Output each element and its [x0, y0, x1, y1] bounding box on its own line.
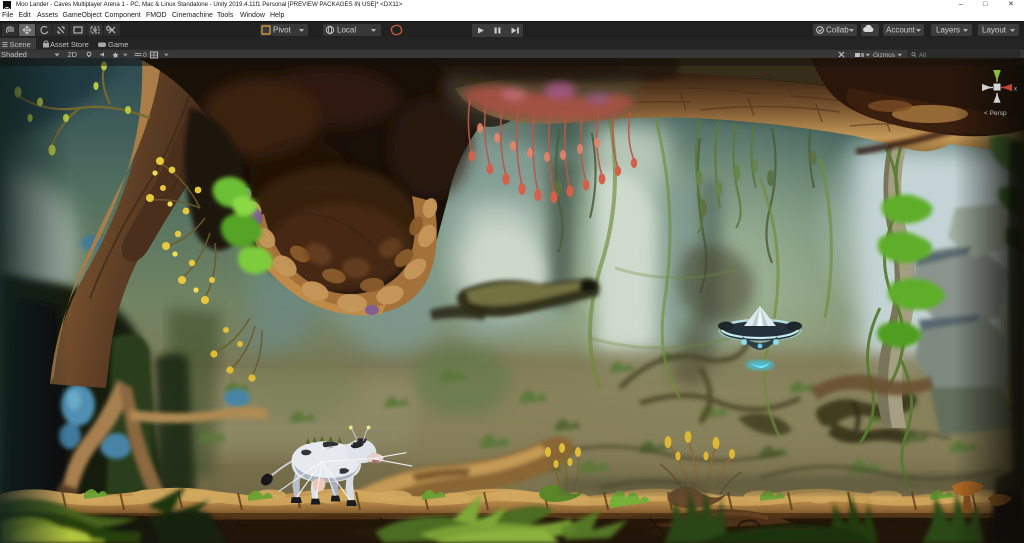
svg-text:Account: Account — [886, 26, 916, 35]
svg-text:Collab: Collab — [826, 26, 849, 35]
svg-text:x: x — [1014, 87, 1017, 93]
svg-text:Local: Local — [337, 26, 356, 35]
svg-text:Layers: Layers — [936, 26, 960, 35]
svg-text:Scene: Scene — [10, 40, 31, 49]
svg-text:Game: Game — [108, 40, 128, 49]
svg-text:Shaded: Shaded — [1, 50, 27, 59]
svg-text:Layout: Layout — [982, 26, 1007, 35]
svg-text:Gizmos: Gizmos — [873, 52, 896, 59]
svg-text:0: 0 — [143, 52, 147, 59]
svg-text:All: All — [919, 52, 926, 59]
svg-text:2D: 2D — [68, 50, 78, 59]
svg-text:Asset Store: Asset Store — [50, 40, 89, 49]
svg-text:Pivot: Pivot — [273, 26, 292, 35]
svg-text:< Persp: < Persp — [984, 110, 1007, 117]
